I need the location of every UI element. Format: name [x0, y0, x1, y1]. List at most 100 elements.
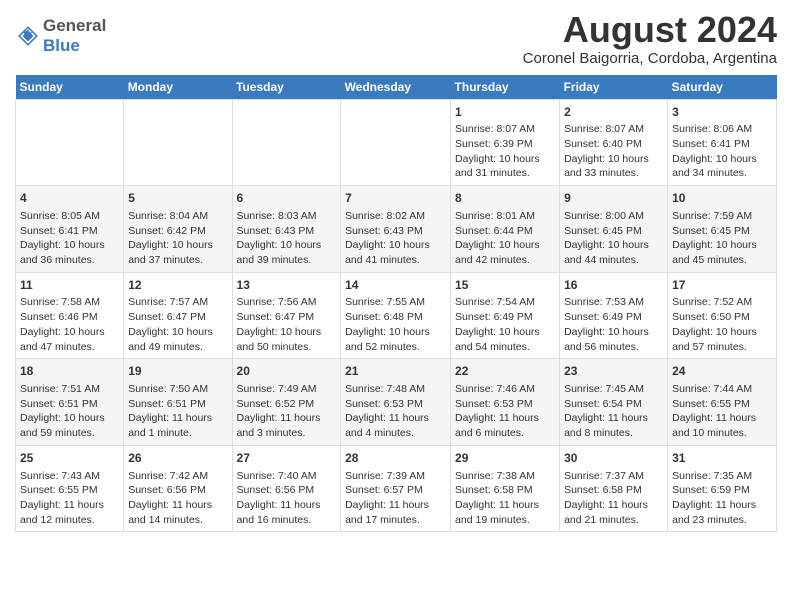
day-info: Sunrise: 7:57 AM Sunset: 6:47 PM Dayligh…	[128, 296, 213, 352]
day-info: Sunrise: 7:59 AM Sunset: 6:45 PM Dayligh…	[672, 210, 757, 266]
header-friday: Friday	[560, 75, 668, 100]
calendar-title: August 2024	[523, 10, 777, 50]
day-info: Sunrise: 8:06 AM Sunset: 6:41 PM Dayligh…	[672, 123, 757, 179]
week-row-4: 18 Sunrise: 7:51 AM Sunset: 6:51 PM Dayli…	[16, 359, 777, 446]
day-number: 7	[345, 190, 446, 207]
day-info: Sunrise: 7:49 AM Sunset: 6:52 PM Dayligh…	[237, 383, 321, 439]
day-info: Sunrise: 8:00 AM Sunset: 6:45 PM Dayligh…	[564, 210, 649, 266]
day-info: Sunrise: 8:07 AM Sunset: 6:39 PM Dayligh…	[455, 123, 540, 179]
day-info: Sunrise: 7:52 AM Sunset: 6:50 PM Dayligh…	[672, 296, 757, 352]
day-number: 4	[20, 190, 119, 207]
day-info: Sunrise: 8:02 AM Sunset: 6:43 PM Dayligh…	[345, 210, 430, 266]
day-cell: 28 Sunrise: 7:39 AM Sunset: 6:57 PM Dayli…	[341, 445, 451, 532]
day-number: 30	[564, 450, 663, 467]
day-cell: 17 Sunrise: 7:52 AM Sunset: 6:50 PM Dayli…	[668, 272, 777, 359]
day-info: Sunrise: 7:38 AM Sunset: 6:58 PM Dayligh…	[455, 470, 539, 526]
calendar-header-row: SundayMondayTuesdayWednesdayThursdayFrid…	[16, 75, 777, 100]
day-number: 19	[128, 363, 227, 380]
day-number: 17	[672, 277, 772, 294]
day-info: Sunrise: 7:48 AM Sunset: 6:53 PM Dayligh…	[345, 383, 429, 439]
header: General Blue August 2024 Coronel Baigorr…	[15, 10, 777, 67]
day-info: Sunrise: 7:50 AM Sunset: 6:51 PM Dayligh…	[128, 383, 212, 439]
day-cell	[16, 99, 124, 186]
header-wednesday: Wednesday	[341, 75, 451, 100]
day-cell: 27 Sunrise: 7:40 AM Sunset: 6:56 PM Dayli…	[232, 445, 341, 532]
week-row-1: 1Sunrise: 8:07 AM Sunset: 6:39 PM Daylig…	[16, 99, 777, 186]
day-info: Sunrise: 8:07 AM Sunset: 6:40 PM Dayligh…	[564, 123, 649, 179]
day-info: Sunrise: 7:42 AM Sunset: 6:56 PM Dayligh…	[128, 470, 212, 526]
header-saturday: Saturday	[668, 75, 777, 100]
day-number: 6	[237, 190, 337, 207]
day-cell: 20 Sunrise: 7:49 AM Sunset: 6:52 PM Dayli…	[232, 359, 341, 446]
day-cell: 1Sunrise: 8:07 AM Sunset: 6:39 PM Daylig…	[451, 99, 560, 186]
header-sunday: Sunday	[16, 75, 124, 100]
day-cell: 16Sunrise: 7:53 AM Sunset: 6:49 PM Dayli…	[560, 272, 668, 359]
logo-blue: Blue	[43, 36, 106, 56]
day-info: Sunrise: 7:51 AM Sunset: 6:51 PM Dayligh…	[20, 383, 105, 439]
day-number: 16	[564, 277, 663, 294]
day-info: Sunrise: 7:45 AM Sunset: 6:54 PM Dayligh…	[564, 383, 648, 439]
day-cell: 19 Sunrise: 7:50 AM Sunset: 6:51 PM Dayli…	[124, 359, 232, 446]
day-info: Sunrise: 7:39 AM Sunset: 6:57 PM Dayligh…	[345, 470, 429, 526]
title-area: August 2024 Coronel Baigorria, Cordoba, …	[523, 10, 777, 67]
day-cell: 24 Sunrise: 7:44 AM Sunset: 6:55 PM Dayli…	[668, 359, 777, 446]
day-cell: 9 Sunrise: 8:00 AM Sunset: 6:45 PM Daylig…	[560, 186, 668, 273]
header-monday: Monday	[124, 75, 232, 100]
day-number: 12	[128, 277, 227, 294]
day-cell: 15Sunrise: 7:54 AM Sunset: 6:49 PM Dayli…	[451, 272, 560, 359]
day-info: Sunrise: 7:44 AM Sunset: 6:55 PM Dayligh…	[672, 383, 756, 439]
day-number: 18	[20, 363, 119, 380]
day-number: 3	[672, 104, 772, 121]
day-number: 5	[128, 190, 227, 207]
logo: General Blue	[15, 16, 106, 56]
day-cell	[232, 99, 341, 186]
day-cell: 8 Sunrise: 8:01 AM Sunset: 6:44 PM Daylig…	[451, 186, 560, 273]
day-cell: 29 Sunrise: 7:38 AM Sunset: 6:58 PM Dayli…	[451, 445, 560, 532]
day-number: 31	[672, 450, 772, 467]
day-number: 24	[672, 363, 772, 380]
day-cell: 6Sunrise: 8:03 AM Sunset: 6:43 PM Daylig…	[232, 186, 341, 273]
day-cell: 10 Sunrise: 7:59 AM Sunset: 6:45 PM Dayli…	[668, 186, 777, 273]
day-info: Sunrise: 7:37 AM Sunset: 6:58 PM Dayligh…	[564, 470, 648, 526]
day-info: Sunrise: 8:01 AM Sunset: 6:44 PM Dayligh…	[455, 210, 540, 266]
day-cell: 30 Sunrise: 7:37 AM Sunset: 6:58 PM Dayli…	[560, 445, 668, 532]
day-info: Sunrise: 7:56 AM Sunset: 6:47 PM Dayligh…	[237, 296, 322, 352]
logo-icon	[17, 25, 39, 47]
day-cell: 7 Sunrise: 8:02 AM Sunset: 6:43 PM Daylig…	[341, 186, 451, 273]
day-number: 22	[455, 363, 555, 380]
week-row-2: 4Sunrise: 8:05 AM Sunset: 6:41 PM Daylig…	[16, 186, 777, 273]
day-number: 10	[672, 190, 772, 207]
day-number: 20	[237, 363, 337, 380]
day-cell: 26 Sunrise: 7:42 AM Sunset: 6:56 PM Dayli…	[124, 445, 232, 532]
day-cell: 5Sunrise: 8:04 AM Sunset: 6:42 PM Daylig…	[124, 186, 232, 273]
day-info: Sunrise: 7:40 AM Sunset: 6:56 PM Dayligh…	[237, 470, 321, 526]
day-cell: 18 Sunrise: 7:51 AM Sunset: 6:51 PM Dayli…	[16, 359, 124, 446]
day-cell: 11 Sunrise: 7:58 AM Sunset: 6:46 PM Dayli…	[16, 272, 124, 359]
day-number: 26	[128, 450, 227, 467]
day-number: 11	[20, 277, 119, 294]
day-number: 14	[345, 277, 446, 294]
day-info: Sunrise: 7:43 AM Sunset: 6:55 PM Dayligh…	[20, 470, 104, 526]
day-cell	[124, 99, 232, 186]
day-number: 27	[237, 450, 337, 467]
day-info: Sunrise: 7:46 AM Sunset: 6:53 PM Dayligh…	[455, 383, 539, 439]
day-cell: 22 Sunrise: 7:46 AM Sunset: 6:53 PM Dayli…	[451, 359, 560, 446]
day-cell: 4Sunrise: 8:05 AM Sunset: 6:41 PM Daylig…	[16, 186, 124, 273]
day-number: 9	[564, 190, 663, 207]
header-tuesday: Tuesday	[232, 75, 341, 100]
day-number: 15	[455, 277, 555, 294]
day-cell: 25Sunrise: 7:43 AM Sunset: 6:55 PM Dayli…	[16, 445, 124, 532]
day-number: 8	[455, 190, 555, 207]
day-number: 29	[455, 450, 555, 467]
day-cell: 12 Sunrise: 7:57 AM Sunset: 6:47 PM Dayli…	[124, 272, 232, 359]
calendar-subtitle: Coronel Baigorria, Cordoba, Argentina	[523, 50, 777, 67]
week-row-5: 25Sunrise: 7:43 AM Sunset: 6:55 PM Dayli…	[16, 445, 777, 532]
day-cell: 13 Sunrise: 7:56 AM Sunset: 6:47 PM Dayli…	[232, 272, 341, 359]
day-info: Sunrise: 7:55 AM Sunset: 6:48 PM Dayligh…	[345, 296, 430, 352]
day-info: Sunrise: 7:58 AM Sunset: 6:46 PM Dayligh…	[20, 296, 105, 352]
day-number: 21	[345, 363, 446, 380]
day-cell	[341, 99, 451, 186]
day-number: 28	[345, 450, 446, 467]
day-number: 13	[237, 277, 337, 294]
logo-general: General	[43, 16, 106, 36]
